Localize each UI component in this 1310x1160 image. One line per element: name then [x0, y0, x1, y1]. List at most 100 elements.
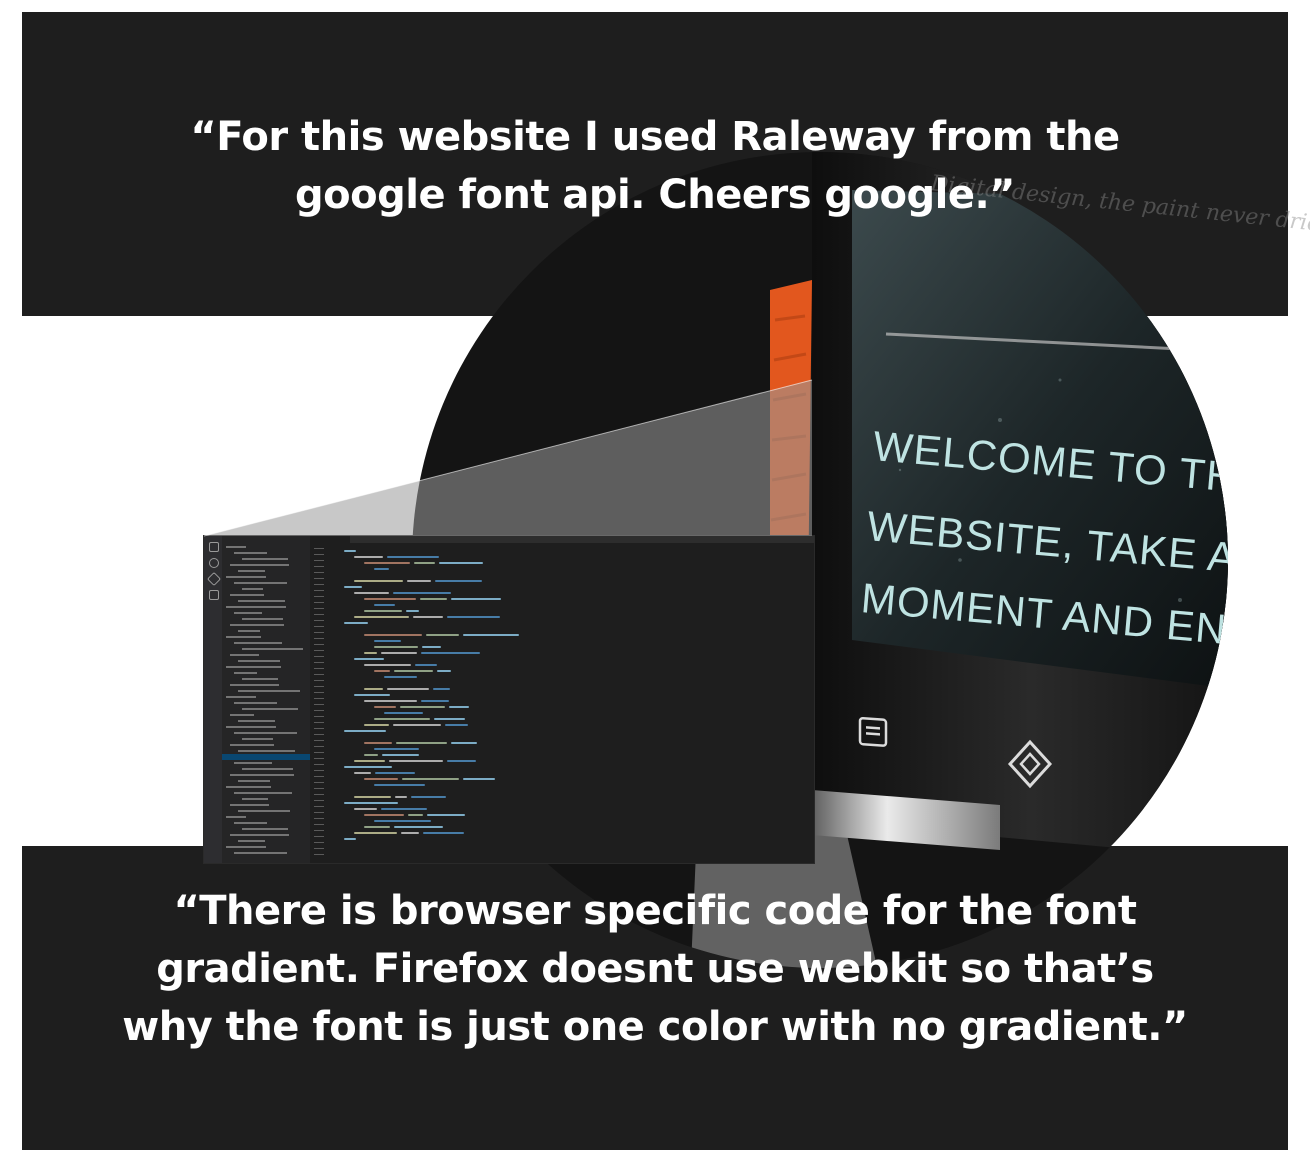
line-number [314, 746, 324, 747]
explorer-entry [230, 714, 254, 716]
code-token [374, 820, 431, 822]
code-token [451, 742, 477, 744]
code-token [374, 670, 390, 672]
explorer-entry [230, 774, 294, 776]
code-token [344, 586, 362, 588]
code-token [394, 670, 433, 672]
line-number [314, 806, 324, 807]
code-token [364, 598, 416, 600]
code-token [374, 718, 430, 720]
line-number [314, 758, 324, 759]
line-number [314, 608, 324, 609]
code-token [354, 658, 384, 660]
explorer-entry [226, 696, 256, 698]
code-token [374, 748, 419, 750]
code-token [354, 556, 383, 558]
line-number [314, 818, 324, 819]
code-token [427, 814, 465, 816]
code-token [426, 634, 459, 636]
line-number [314, 848, 324, 849]
code-token [420, 598, 447, 600]
editor-file-explorer [222, 536, 310, 863]
code-token [396, 742, 447, 744]
code-token [433, 688, 450, 690]
files-icon [209, 542, 219, 552]
explorer-entry [234, 792, 292, 794]
code-token [374, 706, 396, 708]
explorer-entry [242, 768, 293, 770]
explorer-entry [238, 840, 265, 842]
line-number [314, 602, 324, 603]
top-quote: “For this website I used Raleway from th… [190, 114, 1120, 218]
line-number [314, 716, 324, 717]
code-token [364, 814, 404, 816]
code-token [407, 580, 431, 582]
line-number [314, 794, 324, 795]
code-token [344, 622, 368, 624]
line-number [314, 770, 324, 771]
code-token [393, 592, 451, 594]
code-editor-screenshot [204, 536, 814, 863]
code-token [413, 616, 443, 618]
code-token [423, 832, 464, 834]
line-number [314, 800, 324, 801]
line-number [314, 668, 324, 669]
explorer-entry [226, 636, 261, 638]
line-number [314, 632, 324, 633]
code-token [384, 712, 423, 714]
explorer-entry [238, 570, 265, 572]
line-number [314, 656, 324, 657]
code-token [374, 784, 425, 786]
code-token [364, 700, 417, 702]
code-token [364, 664, 411, 666]
code-token [421, 700, 449, 702]
code-token [406, 610, 419, 612]
explorer-entry [242, 798, 268, 800]
line-number [314, 698, 324, 699]
code-token [344, 802, 398, 804]
line-number [314, 566, 324, 567]
explorer-entry [242, 618, 283, 620]
code-token [364, 652, 377, 654]
code-token [374, 646, 418, 648]
explorer-entry [238, 630, 260, 632]
line-number [314, 596, 324, 597]
line-number [314, 764, 324, 765]
explorer-entry [234, 612, 262, 614]
line-number [314, 680, 324, 681]
explorer-entry [238, 780, 270, 782]
line-number [314, 710, 324, 711]
explorer-entry [238, 660, 280, 662]
line-number [314, 782, 324, 783]
code-token [354, 616, 409, 618]
line-number [314, 614, 324, 615]
explorer-entry [242, 738, 273, 740]
git-icon [206, 571, 222, 587]
code-token [374, 604, 395, 606]
code-token [364, 778, 398, 780]
code-token [402, 778, 459, 780]
code-token [447, 760, 476, 762]
explorer-entry [242, 648, 303, 650]
code-token [463, 634, 519, 636]
line-number [314, 788, 324, 789]
explorer-entry [238, 750, 295, 752]
code-token [364, 724, 389, 726]
code-token [354, 808, 377, 810]
code-token [375, 772, 415, 774]
code-token [354, 772, 371, 774]
explorer-entry [230, 834, 289, 836]
line-number [314, 722, 324, 723]
explorer-entry [242, 588, 263, 590]
line-number [314, 704, 324, 705]
code-token [389, 760, 443, 762]
code-token [387, 556, 439, 558]
line-number [314, 776, 324, 777]
line-number [314, 554, 324, 555]
code-token [364, 562, 410, 564]
code-token [344, 766, 392, 768]
code-token [354, 694, 390, 696]
code-token [394, 826, 443, 828]
explorer-entry [234, 642, 282, 644]
line-number [314, 626, 324, 627]
